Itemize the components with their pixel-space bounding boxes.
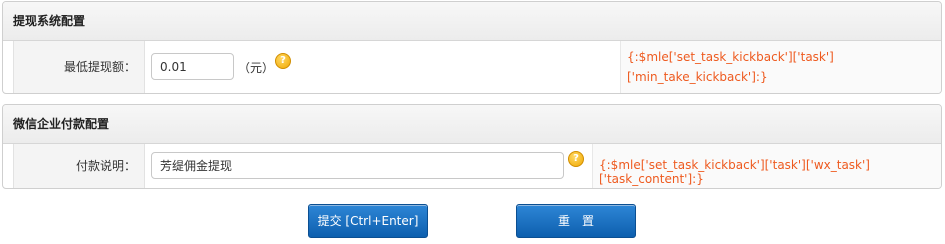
min-withdraw-label: 最低提现额： — [14, 41, 145, 93]
help-icon[interactable]: ? — [275, 53, 291, 69]
template-tip: {:$mle['set_task_kickback']['task']['wx_… — [592, 144, 941, 188]
min-withdraw-input[interactable] — [151, 53, 234, 80]
payment-note-input[interactable] — [151, 152, 564, 179]
reset-button[interactable]: 重 置 — [516, 204, 636, 238]
wechat-payment-panel: 微信企业付款配置 付款说明： ? {:$mle['set_task_kickba… — [2, 104, 942, 189]
panel-title-withdraw: 提现系统配置 — [3, 2, 941, 41]
submit-button[interactable]: 提交 [Ctrl+Enter] — [308, 204, 428, 238]
help-icon[interactable]: ? — [568, 151, 584, 167]
min-withdraw-row: 最低提现额： （元） ? {:$mle['set_task_kickback']… — [3, 41, 941, 93]
unit-label: （元） — [238, 61, 275, 75]
template-tip: {:$mle['set_task_kickback']['task'] ['mi… — [620, 41, 941, 93]
withdraw-config-panel: 提现系统配置 最低提现额： （元） ? {:$mle['set_task_kic… — [2, 1, 942, 94]
payment-note-label: 付款说明： — [14, 144, 145, 188]
panel-title-wechat: 微信企业付款配置 — [3, 105, 941, 144]
payment-note-row: 付款说明： ? {:$mle['set_task_kickback']['tas… — [3, 144, 941, 188]
